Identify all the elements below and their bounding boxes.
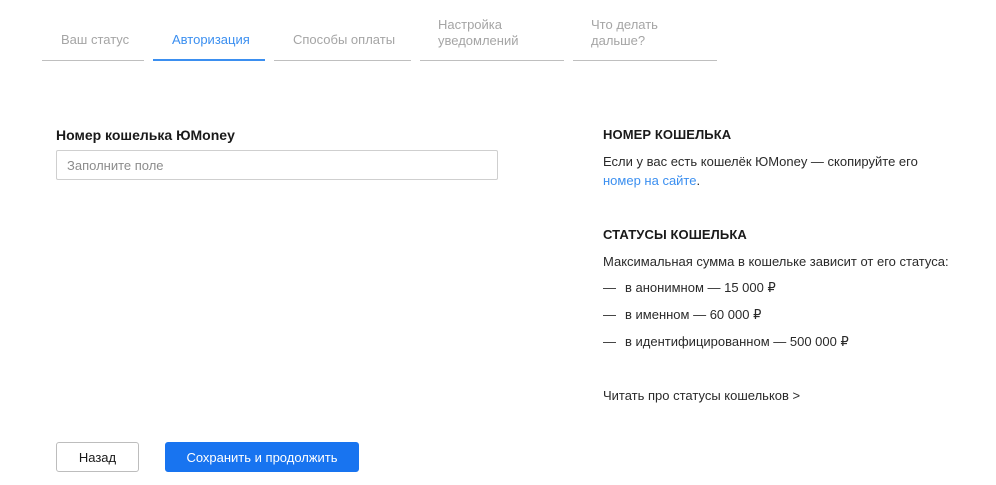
tab-payment-methods-label: Способы оплаты xyxy=(293,32,396,47)
status-item-text: в анонимном — 15 000 ₽ xyxy=(625,280,776,295)
read-about-statuses-link[interactable]: Читать про статусы кошельков > xyxy=(603,386,800,405)
step-tabs: Ваш статус Авторизация Способы оплаты На… xyxy=(0,0,996,62)
status-item-dash: — xyxy=(603,307,616,322)
back-button[interactable]: Назад xyxy=(56,442,139,472)
tab-status-label: Ваш статус xyxy=(61,32,130,47)
wallet-number-link[interactable]: номер на сайте xyxy=(603,173,696,188)
wallet-number-input[interactable] xyxy=(56,150,498,180)
save-and-continue-button[interactable]: Сохранить и продолжить xyxy=(165,442,359,472)
wallet-number-link-suffix: . xyxy=(696,173,701,188)
wallet-statuses-text: Максимальная сумма в кошельке зависит от… xyxy=(603,254,949,269)
status-item-dash: — xyxy=(603,280,616,295)
wallet-number-label: Номер кошелька ЮMoney xyxy=(56,127,235,143)
wallet-number-description: Если у вас есть кошелёк ЮMoney — скопиру… xyxy=(603,154,918,169)
page: Ваш статус Авторизация Способы оплаты На… xyxy=(0,0,996,485)
tab-status[interactable]: Ваш статус xyxy=(42,0,144,61)
status-item-text: в идентифицированном — 500 000 ₽ xyxy=(625,334,849,349)
tab-notifications-label: Настройка уведомлений xyxy=(438,17,519,48)
tab-payment-methods[interactable]: Способы оплаты xyxy=(274,0,411,61)
tab-authorization-label: Авторизация xyxy=(172,32,250,47)
wallet-number-text: Если у вас есть кошелёк ЮMoney — скопиру… xyxy=(603,152,973,190)
status-item-text: в именном — 60 000 ₽ xyxy=(625,307,762,322)
tab-next-steps-label: Что делать дальше? xyxy=(591,17,658,48)
tab-authorization[interactable]: Авторизация xyxy=(153,0,265,61)
status-item-anonymous: — в анонимном — 15 000 ₽ xyxy=(603,280,776,296)
wallet-number-heading: НОМЕР КОШЕЛЬКА xyxy=(603,127,732,142)
tab-notifications[interactable]: Настройка уведомлений xyxy=(420,0,564,61)
wallet-statuses-heading: СТАТУСЫ КОШЕЛЬКА xyxy=(603,227,747,242)
status-item-named: — в именном — 60 000 ₽ xyxy=(603,307,761,323)
status-item-dash: — xyxy=(603,334,616,349)
status-item-identified: — в идентифицированном — 500 000 ₽ xyxy=(603,334,849,350)
tab-next-steps[interactable]: Что делать дальше? xyxy=(573,0,717,61)
